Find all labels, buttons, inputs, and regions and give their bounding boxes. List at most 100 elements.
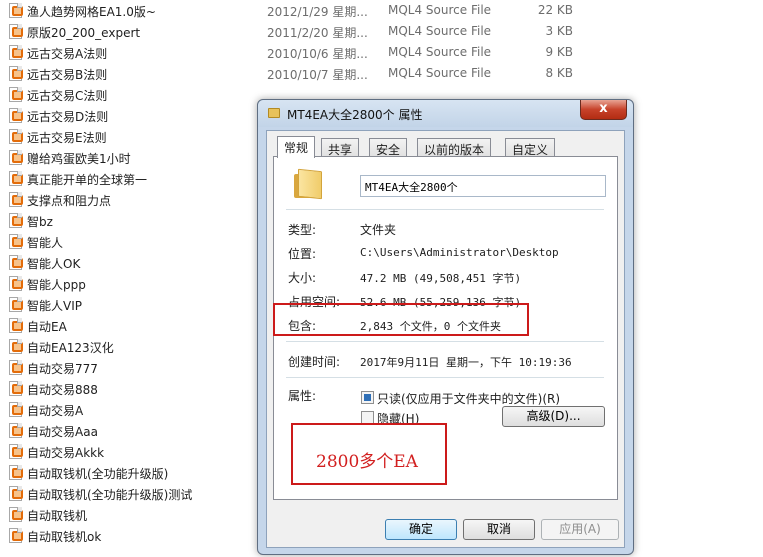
file-size: 8 KB: [545, 66, 573, 80]
attributes-label: 属性:: [288, 389, 317, 403]
divider: [286, 377, 604, 378]
mql4-file-icon: [9, 276, 23, 291]
file-name: 真正能开单的全球第一: [27, 173, 148, 187]
file-name: 智bz: [27, 215, 53, 229]
mql4-file-icon: [9, 465, 23, 480]
file-name: 自动EA123汉化: [27, 341, 114, 355]
location-value: C:\Users\Administrator\Desktop: [360, 246, 559, 259]
mql4-file-icon: [9, 402, 23, 417]
file-name: 智能人VIP: [27, 299, 82, 313]
file-row[interactable]: 原版20_200_expert 2011/2/20 星期... MQL4 Sourc…: [0, 21, 763, 42]
file-date: 2012/1/29 星期...: [267, 5, 368, 19]
folder-icon: [294, 168, 324, 200]
file-name: 赠给鸡蛋欧美1小时: [27, 152, 131, 166]
created-value: 2017年9月11日 星期一，下午 10:19:36: [360, 356, 572, 369]
created-label: 创建时间:: [288, 355, 341, 369]
file-type: MQL4 Source File: [388, 24, 492, 38]
file-size: 3 KB: [545, 24, 573, 38]
readonly-checkbox[interactable]: [361, 391, 374, 404]
file-name: 远古交易A法则: [27, 47, 108, 61]
file-name: 原版20_200_expert: [27, 26, 141, 40]
folder-name-input[interactable]: MT4EA大全2800个: [360, 175, 606, 197]
file-name: 智能人ppp: [27, 278, 86, 292]
contains-highlight-box: [273, 303, 529, 336]
close-button[interactable]: x: [580, 100, 627, 120]
file-size: 9 KB: [545, 45, 573, 59]
mql4-file-icon: [9, 87, 23, 102]
file-size: 22 KB: [537, 3, 573, 17]
mql4-file-icon: [9, 444, 23, 459]
location-label: 位置:: [288, 247, 317, 261]
dialog-title: MT4EA大全2800个 属性: [287, 108, 423, 122]
advanced-button[interactable]: 高级(D)...: [502, 406, 605, 427]
divider: [286, 341, 604, 342]
file-name: 自动取钱机ok: [27, 530, 102, 544]
mql4-file-icon: [9, 507, 23, 522]
mql4-file-icon: [9, 381, 23, 396]
size-value: 47.2 MB (49,508,451 字节): [360, 272, 522, 285]
file-name: 渔人趋势网格EA1.0版~: [27, 5, 156, 19]
mql4-file-icon: [9, 318, 23, 333]
file-name: 自动交易A: [27, 404, 84, 418]
tab-sharing[interactable]: 共享: [321, 138, 360, 157]
mql4-file-icon: [9, 66, 23, 81]
mql4-file-icon: [9, 360, 23, 375]
annotation-box: [291, 423, 447, 485]
file-name: 自动取钱机(全功能升级版): [27, 467, 169, 481]
tab-security[interactable]: 安全: [369, 138, 408, 157]
file-name: 远古交易C法则: [27, 89, 108, 103]
file-row[interactable]: 渔人趋势网格EA1.0版~ 2012/1/29 星期... MQL4 Source …: [0, 0, 763, 21]
file-name: 自动取钱机: [27, 509, 88, 523]
file-name: 智能人: [27, 236, 64, 250]
cancel-button[interactable]: 取消: [463, 519, 535, 540]
mql4-file-icon: [9, 45, 23, 60]
tab-previous-versions[interactable]: 以前的版本: [417, 138, 492, 157]
size-label: 大小:: [288, 271, 317, 285]
file-name: 远古交易B法则: [27, 68, 108, 82]
file-name: 自动交易Aaa: [27, 425, 98, 439]
file-name: 智能人OK: [27, 257, 81, 271]
file-name: 自动交易888: [27, 383, 98, 397]
mql4-file-icon: [9, 528, 23, 543]
divider: [286, 209, 604, 210]
file-name: 远古交易E法则: [27, 131, 107, 145]
folder-icon: [268, 108, 280, 118]
mql4-file-icon: [9, 108, 23, 123]
mql4-file-icon: [9, 3, 23, 18]
tab-customize[interactable]: 自定义: [505, 138, 556, 157]
file-type: MQL4 Source File: [388, 45, 492, 59]
mql4-file-icon: [9, 297, 23, 312]
type-label: 类型:: [288, 223, 317, 237]
file-type: MQL4 Source File: [388, 3, 492, 17]
file-name: 自动交易777: [27, 362, 98, 376]
file-row[interactable]: 远古交易B法则 2010/10/7 星期... MQL4 Source File 8 …: [0, 63, 763, 84]
file-date: 2010/10/6 星期...: [267, 47, 368, 61]
file-name: 自动EA: [27, 320, 67, 334]
dialog-titlebar[interactable]: MT4EA大全2800个 属性 x: [258, 100, 633, 127]
file-name: 支撑点和阻力点: [27, 194, 112, 208]
mql4-file-icon: [9, 213, 23, 228]
file-date: 2011/2/20 星期...: [267, 26, 368, 40]
ok-button[interactable]: 确定: [385, 519, 457, 540]
mql4-file-icon: [9, 486, 23, 501]
mql4-file-icon: [9, 150, 23, 165]
dialog-client: 常规 共享 安全 以前的版本 自定义 MT4EA大全2800个 类型: 文件夹 …: [266, 130, 625, 548]
mql4-file-icon: [9, 423, 23, 438]
file-name: 自动交易Akkk: [27, 446, 105, 460]
file-date: 2010/10/7 星期...: [267, 68, 368, 82]
mql4-file-icon: [9, 234, 23, 249]
mql4-file-icon: [9, 171, 23, 186]
file-row[interactable]: 远古交易A法则 2010/10/6 星期... MQL4 Source File 9 …: [0, 42, 763, 63]
mql4-file-icon: [9, 192, 23, 207]
mql4-file-icon: [9, 129, 23, 144]
readonly-label[interactable]: 只读(仅应用于文件夹中的文件)(R): [377, 390, 560, 407]
mql4-file-icon: [9, 24, 23, 39]
type-value: 文件夹: [360, 223, 397, 237]
mql4-file-icon: [9, 255, 23, 270]
file-name: 远古交易D法则: [27, 110, 109, 124]
apply-button[interactable]: 应用(A): [541, 519, 619, 540]
tab-general[interactable]: 常规: [277, 136, 316, 158]
mql4-file-icon: [9, 339, 23, 354]
file-name: 自动取钱机(全功能升级版)测试: [27, 488, 193, 502]
file-type: MQL4 Source File: [388, 66, 492, 80]
